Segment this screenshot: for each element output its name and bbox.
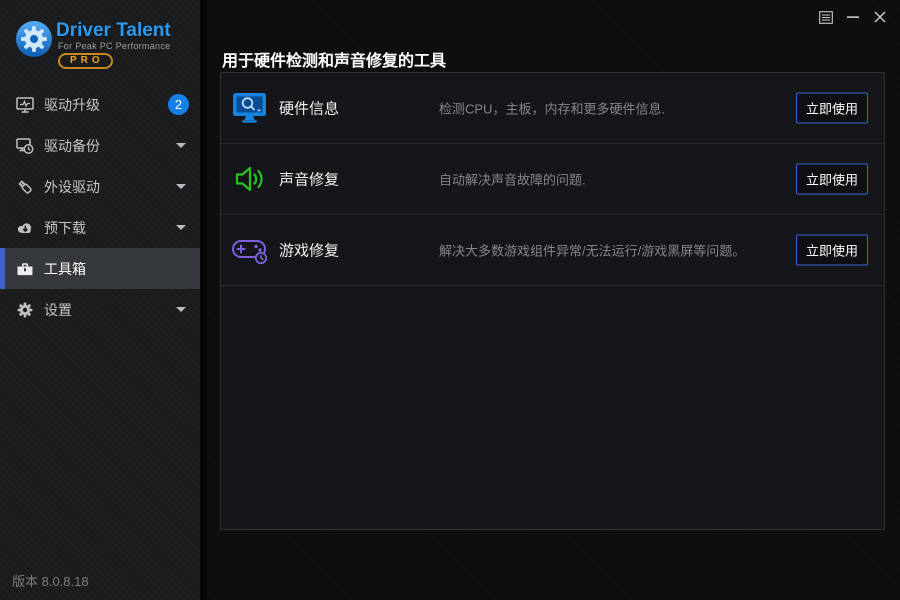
chevron-down-icon	[176, 225, 186, 230]
use-now-button[interactable]: 立即使用	[796, 92, 868, 124]
tools-panel: 硬件信息 检测CPU，主板，内存和更多硬件信息. 立即使用 声音修复 自动解决声…	[220, 72, 885, 530]
tool-description: 检测CPU，主板，内存和更多硬件信息.	[439, 101, 666, 117]
hardware-info-icon	[230, 89, 270, 127]
use-now-button[interactable]: 立即使用	[796, 234, 868, 266]
gear-icon	[15, 300, 35, 320]
logo-gear-icon	[16, 21, 52, 57]
close-icon[interactable]	[872, 9, 888, 25]
tool-name: 声音修复	[279, 171, 340, 189]
chevron-down-icon	[176, 307, 186, 312]
sidebar-item-label: 预下载	[44, 219, 86, 236]
chevron-down-icon	[176, 184, 186, 189]
sound-repair-icon	[230, 160, 270, 198]
app-title: Driver Talent	[56, 20, 171, 41]
menu-icon[interactable]	[818, 9, 834, 25]
sidebar-item-predownload[interactable]: 预下载	[0, 207, 200, 248]
tool-description: 解决大多数游戏组件异常/无法运行/游戏黑屏等问题。	[439, 243, 746, 259]
backup-clock-icon	[15, 136, 35, 156]
page-title: 用于硬件检测和声音修复的工具	[222, 52, 447, 70]
sidebar: Driver Talent For Peak PC Performance PR…	[0, 0, 200, 600]
sidebar-item-label: 设置	[44, 301, 72, 318]
app-tagline: For Peak PC Performance	[58, 41, 171, 51]
sidebar-item-driver-update[interactable]: 驱动升级 2	[0, 84, 200, 125]
sidebar-item-label: 工具箱	[44, 260, 86, 277]
sidebar-item-label: 驱动升级	[44, 96, 100, 113]
window-controls	[818, 9, 888, 25]
use-now-button[interactable]: 立即使用	[796, 163, 868, 195]
tool-name: 硬件信息	[279, 100, 340, 118]
sidebar-item-toolbox[interactable]: 工具箱	[0, 248, 200, 289]
chevron-down-icon	[176, 143, 186, 148]
version-label: 版本 8.0.8.18	[12, 574, 89, 589]
game-repair-icon	[230, 231, 270, 269]
tool-name: 游戏修复	[279, 242, 340, 260]
tool-row-sound-repair: 声音修复 自动解决声音故障的问题. 立即使用	[221, 144, 884, 215]
tool-row-hardware-info: 硬件信息 检测CPU，主板，内存和更多硬件信息. 立即使用	[221, 73, 884, 144]
sidebar-item-settings[interactable]: 设置	[0, 289, 200, 330]
usb-drive-icon	[15, 177, 35, 197]
sidebar-item-driver-backup[interactable]: 驱动备份	[0, 125, 200, 166]
monitor-update-icon	[15, 95, 35, 115]
app-logo: Driver Talent For Peak PC Performance PR…	[0, 0, 200, 80]
sidebar-main-divider	[200, 0, 207, 600]
tool-description: 自动解决声音故障的问题.	[439, 172, 586, 188]
sidebar-nav: 驱动升级 2 驱动备份 外设驱动 预下载 工具箱 设置	[0, 84, 200, 330]
update-count-badge: 2	[168, 94, 189, 115]
sidebar-item-peripheral-drivers[interactable]: 外设驱动	[0, 166, 200, 207]
sidebar-item-label: 驱动备份	[44, 137, 100, 154]
pro-badge: PRO	[58, 53, 113, 69]
minimize-icon[interactable]	[845, 9, 861, 25]
cloud-download-icon	[15, 218, 35, 238]
sidebar-item-label: 外设驱动	[44, 178, 100, 195]
tool-row-game-repair: 游戏修复 解决大多数游戏组件异常/无法运行/游戏黑屏等问题。 立即使用	[221, 215, 884, 286]
main-area: 用于硬件检测和声音修复的工具 硬件信息 检测CPU，主板，内存和更多硬件信息. …	[207, 0, 900, 600]
toolbox-icon	[15, 259, 35, 279]
